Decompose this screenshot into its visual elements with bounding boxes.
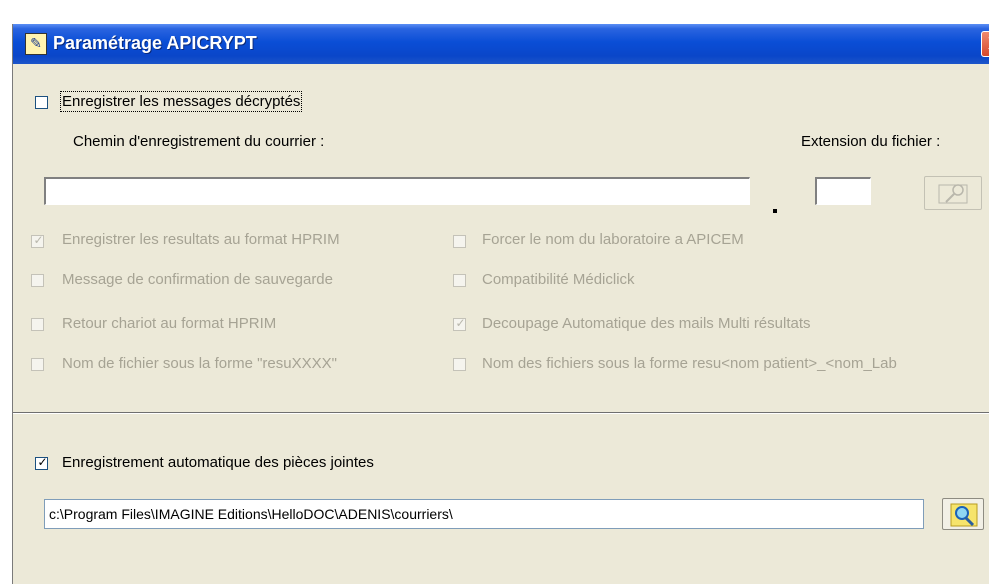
option-checkbox[interactable] bbox=[31, 358, 44, 371]
option-label: Enregistrer les resultats au format HPRI… bbox=[62, 231, 340, 248]
window-title: Paramétrage APICRYPT bbox=[53, 33, 257, 53]
option-checkbox[interactable]: ✓ bbox=[453, 316, 466, 331]
file-extension-label: Extension du fichier : bbox=[801, 133, 941, 150]
folder-search-icon bbox=[938, 184, 968, 204]
file-extension-input[interactable] bbox=[815, 177, 871, 205]
option-checkbox[interactable]: ✓ bbox=[31, 233, 44, 248]
option-label: Nom de fichier sous la forme "resuXXXX" bbox=[62, 355, 337, 372]
browse-path-button[interactable] bbox=[924, 176, 982, 210]
auto-save-attachments-checkbox[interactable]: ✓ bbox=[35, 455, 48, 470]
option-checkbox[interactable] bbox=[31, 274, 44, 287]
attachments-path-input[interactable] bbox=[44, 499, 924, 529]
section-divider-highlight bbox=[13, 413, 989, 414]
title-bar[interactable]: ✎ Paramétrage APICRYPT X bbox=[13, 24, 989, 64]
option-checkbox[interactable] bbox=[453, 358, 466, 371]
extension-dot bbox=[773, 209, 777, 213]
apicrypt-settings-dialog: ✎ Paramétrage APICRYPT X Enregistrer les… bbox=[12, 24, 989, 584]
close-button[interactable]: X bbox=[981, 31, 989, 57]
option-label: Compatibilité Médiclick bbox=[482, 271, 635, 288]
option-label: Message de confirmation de sauvegarde bbox=[62, 271, 333, 288]
option-checkbox[interactable] bbox=[453, 235, 466, 248]
option-label: Forcer le nom du laboratoire a APICEM bbox=[482, 231, 744, 248]
option-label: Retour chariot au format HPRIM bbox=[62, 315, 277, 332]
save-decrypted-label[interactable]: Enregistrer les messages décryptés bbox=[59, 91, 303, 112]
app-icon: ✎ bbox=[25, 33, 47, 55]
browse-attachments-button[interactable] bbox=[942, 498, 984, 530]
mail-path-input[interactable] bbox=[44, 177, 750, 205]
save-decrypted-checkbox[interactable] bbox=[35, 96, 48, 109]
auto-save-attachments-label[interactable]: Enregistrement automatique des pièces jo… bbox=[62, 454, 374, 471]
option-label: Decoupage Automatique des mails Multi ré… bbox=[482, 315, 811, 332]
option-checkbox[interactable] bbox=[31, 318, 44, 331]
option-label: Nom des fichiers sous la forme resu<nom … bbox=[482, 355, 897, 372]
mail-path-label: Chemin d'enregistrement du courrier : bbox=[73, 133, 325, 150]
magnifier-icon bbox=[950, 503, 978, 527]
option-checkbox[interactable] bbox=[453, 274, 466, 287]
